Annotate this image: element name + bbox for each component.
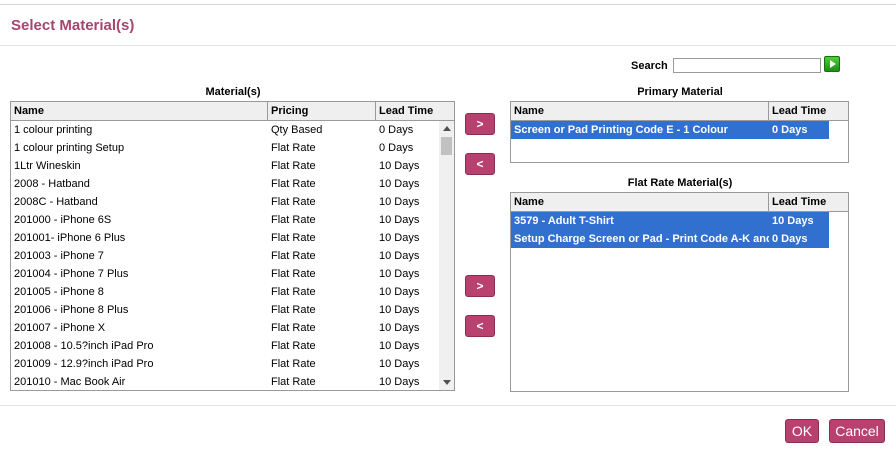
cell-pricing: Flat Rate <box>271 250 316 262</box>
cell-name: 201006 - iPhone 8 Plus <box>14 304 129 316</box>
cell-pricing: Flat Rate <box>271 214 316 226</box>
scroll-down-icon[interactable] <box>443 380 451 385</box>
title-separator <box>0 45 896 46</box>
materials-table: Name Pricing Lead Time 1 colour printing… <box>10 101 455 391</box>
cell-lead-time: 0 Days <box>379 124 414 136</box>
cell-name: 1 colour printing Setup <box>14 142 125 154</box>
flat-rate-header: Name Lead Time <box>511 193 848 212</box>
cell-name: 201010 - Mac Book Air <box>14 376 126 388</box>
cell-lead-time: 10 Days <box>379 268 420 280</box>
cell-name: 201001- iPhone 6 Plus <box>14 232 126 244</box>
cell-lead-time: 10 Days <box>379 250 420 262</box>
cell-lead-time: 10 Days <box>379 214 420 226</box>
cell-name: 3579 - Adult T-Shirt <box>511 212 769 230</box>
column-pricing[interactable]: Pricing <box>268 102 376 120</box>
scroll-up-icon[interactable] <box>443 126 451 131</box>
search-label: Search <box>631 60 668 72</box>
dialog-title: Select Material(s) <box>11 17 135 34</box>
cell-name: Screen or Pad Printing Code E - 1 Colour <box>511 121 769 139</box>
cell-pricing: Flat Rate <box>271 322 316 334</box>
flat-rate-column-lead-time[interactable]: Lead Time <box>769 193 848 211</box>
cell-pricing: Flat Rate <box>271 268 316 280</box>
cell-lead-time: 0 Days <box>769 230 829 248</box>
column-name[interactable]: Name <box>11 102 268 120</box>
cell-name: 201004 - iPhone 7 Plus <box>14 268 129 280</box>
materials-header: Name Pricing Lead Time <box>11 102 454 121</box>
flat-rate-table: Name Lead Time 3579 - Adult T-Shirt 10 Da… <box>510 192 849 392</box>
scroll-thumb[interactable] <box>441 137 452 155</box>
cell-lead-time: 10 Days <box>379 376 420 388</box>
cell-name: 201008 - 10.5?inch iPad Pro <box>14 340 154 352</box>
remove-primary-button[interactable]: < <box>465 153 495 175</box>
add-flat-rate-button[interactable]: > <box>465 275 495 297</box>
search-go-button[interactable] <box>824 56 840 72</box>
cell-lead-time: 10 Days <box>379 160 420 172</box>
cell-pricing: Flat Rate <box>271 232 316 244</box>
cell-pricing: Flat Rate <box>271 286 316 298</box>
ok-button[interactable]: OK <box>785 419 819 443</box>
materials-scrollbar[interactable] <box>439 121 454 390</box>
cell-name: 1 colour printing <box>14 124 93 136</box>
cell-pricing: Flat Rate <box>271 358 316 370</box>
footer-separator <box>0 405 896 406</box>
cell-lead-time: 0 Days <box>379 142 414 154</box>
primary-column-lead-time[interactable]: Lead Time <box>769 102 848 120</box>
search-input[interactable] <box>673 58 821 73</box>
cell-lead-time: 10 Days <box>379 286 420 298</box>
cell-pricing: Flat Rate <box>271 142 316 154</box>
cell-pricing: Flat Rate <box>271 304 316 316</box>
cell-pricing: Flat Rate <box>271 376 316 388</box>
primary-table: Name Lead Time Screen or Pad Printing Co… <box>510 101 849 163</box>
cell-name: 1Ltr Wineskin <box>14 160 81 172</box>
cell-name: 201009 - 12.9?inch iPad Pro <box>14 358 154 370</box>
cell-pricing: Flat Rate <box>271 160 316 172</box>
cell-name: 201007 - iPhone X <box>14 322 106 334</box>
cell-lead-time: 10 Days <box>379 232 420 244</box>
add-primary-button[interactable]: > <box>465 113 495 135</box>
top-border <box>0 4 896 5</box>
cell-lead-time: 10 Days <box>769 212 829 230</box>
cell-name: 201005 - iPhone 8 <box>14 286 104 298</box>
primary-caption: Primary Material <box>637 86 723 98</box>
cell-pricing: Flat Rate <box>271 178 316 190</box>
cell-lead-time: 10 Days <box>379 322 420 334</box>
cell-pricing: Flat Rate <box>271 196 316 208</box>
cell-name: 201003 - iPhone 7 <box>14 250 104 262</box>
cell-pricing: Flat Rate <box>271 340 316 352</box>
cell-pricing: Qty Based <box>271 124 323 136</box>
cell-lead-time: 0 Days <box>769 121 829 139</box>
cell-lead-time: 10 Days <box>379 340 420 352</box>
flat-rate-caption: Flat Rate Material(s) <box>627 177 733 189</box>
cell-name: Setup Charge Screen or Pad - Print Code … <box>511 230 769 248</box>
cell-lead-time: 10 Days <box>379 358 420 370</box>
cell-lead-time: 10 Days <box>379 304 420 316</box>
cell-name: 2008C - Hatband <box>14 196 98 208</box>
cell-lead-time: 10 Days <box>379 178 420 190</box>
flat-rate-column-name[interactable]: Name <box>511 193 769 211</box>
materials-caption: Material(s) <box>205 86 261 98</box>
remove-flat-rate-button[interactable]: < <box>465 315 495 337</box>
cell-name: 2008 - Hatband <box>14 178 90 190</box>
column-lead-time[interactable]: Lead Time <box>376 102 454 120</box>
cell-lead-time: 10 Days <box>379 196 420 208</box>
primary-header: Name Lead Time <box>511 102 848 121</box>
cancel-button[interactable]: Cancel <box>829 419 885 443</box>
cell-name: 201000 - iPhone 6S <box>14 214 112 226</box>
primary-column-name[interactable]: Name <box>511 102 769 120</box>
